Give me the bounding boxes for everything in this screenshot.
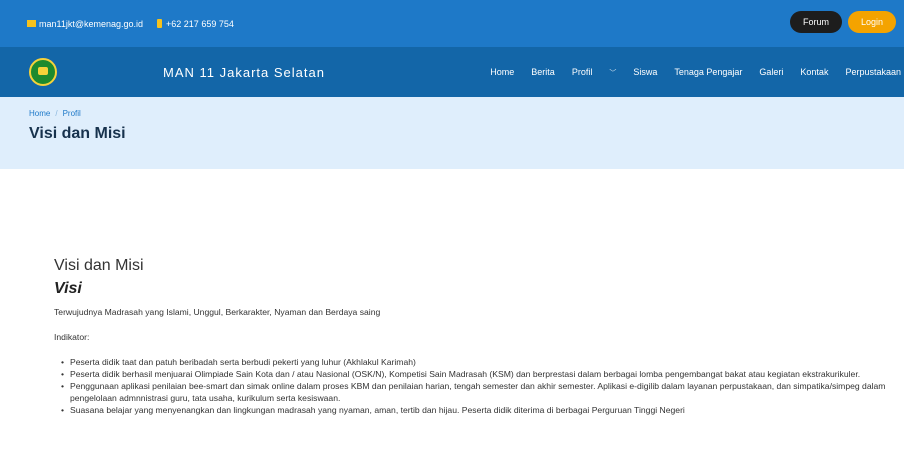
contact-info: man11jkt@kemenag.go.id +62 217 659 754 xyxy=(27,19,234,29)
phone-icon xyxy=(157,19,163,28)
email-contact[interactable]: man11jkt@kemenag.go.id xyxy=(27,19,143,29)
chevron-down-icon: ﹀ xyxy=(609,69,617,77)
nav-item-tenaga-pengajar[interactable]: Tenaga Pengajar xyxy=(674,67,742,77)
nav-item-perpustakaan[interactable]: Perpustakaan xyxy=(845,67,901,77)
list-item: Peserta didik berhasil menjuarai Olimpia… xyxy=(61,368,904,380)
forum-button[interactable]: Forum xyxy=(789,11,842,33)
content-heading: Visi dan Misi xyxy=(54,257,144,274)
phone-contact[interactable]: +62 217 659 754 xyxy=(157,19,234,29)
email-text: man11jkt@kemenag.go.id xyxy=(39,18,144,29)
nav-item-kontak[interactable]: Kontak xyxy=(800,67,828,77)
breadcrumb-separator: / xyxy=(55,109,58,118)
visi-heading: Visi xyxy=(54,280,82,297)
nav-item-siswa[interactable]: Siswa xyxy=(633,67,657,77)
envelope-icon xyxy=(27,20,36,27)
breadcrumb-home[interactable]: Home xyxy=(29,109,50,118)
logo-icon[interactable] xyxy=(29,58,57,86)
nav-item-berita[interactable]: Berita xyxy=(531,67,555,77)
visi-text: Terwujudnya Madrasah yang Islami, Unggul… xyxy=(54,307,381,317)
breadcrumb-current: Profil xyxy=(62,109,81,118)
login-button[interactable]: Login xyxy=(847,11,896,33)
nav-menu: Home Berita Profil ﹀ Siswa Tenaga Pengaja… xyxy=(473,47,901,97)
list-item: Suasana belajar yang menyenangkan dan li… xyxy=(61,404,904,416)
nav-item-profil[interactable]: Profil ﹀ xyxy=(572,67,617,78)
page-header: Home / Profil Visi dan Misi xyxy=(0,97,904,169)
site-title[interactable]: MAN 11 Jakarta Selatan xyxy=(163,65,325,80)
page-title: Visi dan Misi xyxy=(29,125,126,142)
nav-item-home[interactable]: Home xyxy=(490,67,514,77)
nav-item-galeri[interactable]: Galeri xyxy=(759,67,783,77)
list-item: Penggunaan aplikasi penilaian bee-smart … xyxy=(61,380,904,404)
indikator-list: Peserta didik taat dan patuh beribadah s… xyxy=(54,356,904,416)
phone-text: +62 217 659 754 xyxy=(166,18,234,29)
list-item: Peserta didik taat dan patuh beribadah s… xyxy=(61,356,904,368)
indikator-label: Indikator: xyxy=(54,332,90,342)
nav-item-profil-label: Profil xyxy=(571,66,593,77)
breadcrumb: Home / Profil xyxy=(29,109,904,118)
main-content: Visi dan Misi Visi Terwujudnya Madrasah … xyxy=(0,169,904,416)
top-bar: man11jkt@kemenag.go.id +62 217 659 754 F… xyxy=(0,0,904,47)
main-navbar: MAN 11 Jakarta Selatan Home Berita Profi… xyxy=(0,47,904,97)
